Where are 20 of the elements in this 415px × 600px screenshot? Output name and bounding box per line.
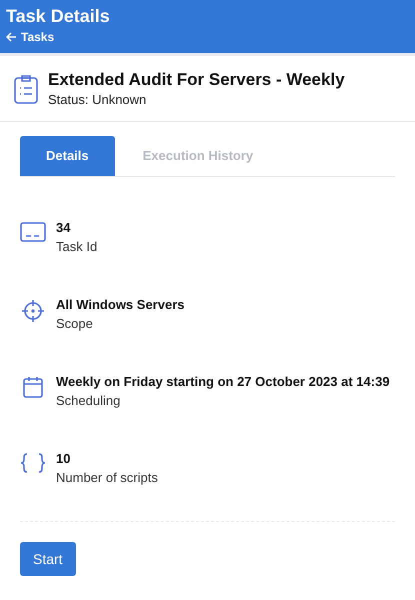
task-status: Status: Unknown — [48, 90, 148, 108]
back-link[interactable]: Tasks — [6, 28, 54, 46]
curly-braces-icon — [20, 453, 46, 473]
detail-value: 10 — [56, 450, 72, 468]
crosshair-icon — [21, 299, 45, 323]
detail-label: Task Id — [56, 238, 98, 256]
tab[interactable]: Details — [20, 136, 115, 176]
detail-value: All Windows Servers — [56, 296, 184, 314]
page-title: Task Details — [6, 5, 111, 28]
start-button[interactable]: Start — [20, 542, 76, 576]
clipboard-list-icon — [14, 74, 38, 104]
detail-value: 34 — [56, 219, 72, 237]
detail-label: Scheduling — [56, 392, 122, 410]
task-name: Extended Audit For Servers - Weekly — [48, 68, 345, 90]
calendar-icon — [23, 376, 43, 398]
detail-label: Number of scripts — [56, 469, 158, 487]
detail-value: Weekly on Friday starting on 27 October 2023 at 14:39 — [56, 373, 390, 391]
back-arrow-icon — [6, 32, 17, 42]
detail-label: Scope — [56, 315, 94, 333]
terminal-window-icon — [20, 222, 46, 242]
